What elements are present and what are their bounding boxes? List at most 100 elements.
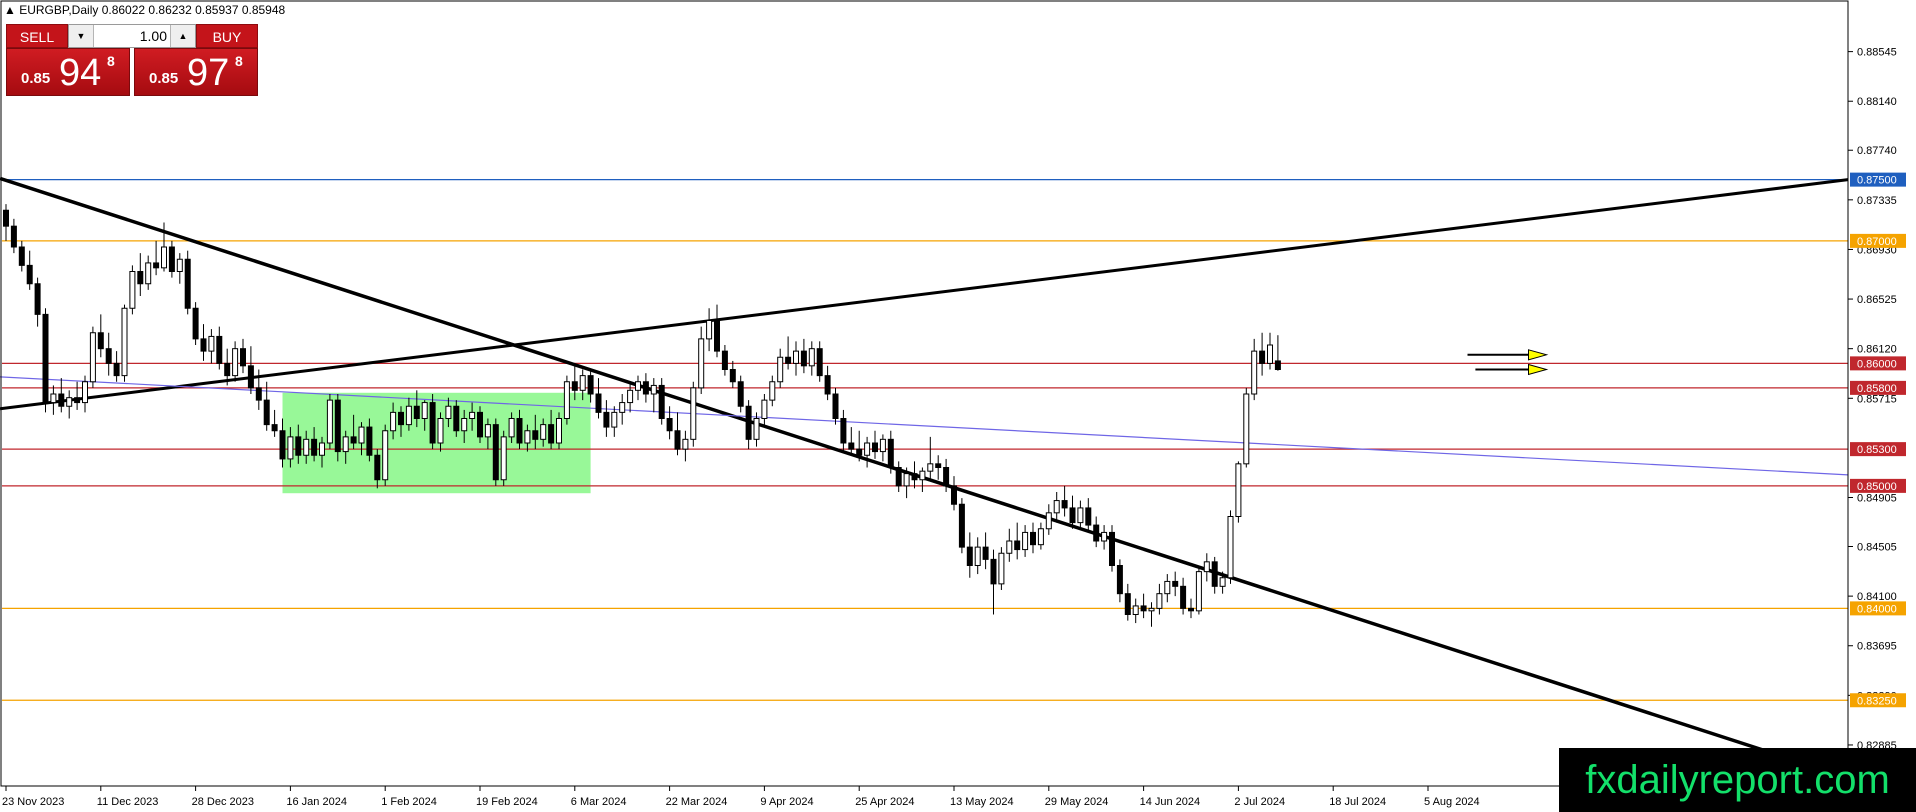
level-price-tag-label: 0.86000 [1857,358,1897,370]
y-axis-tick-label: 0.87335 [1857,195,1897,207]
candle-body [658,384,665,419]
candle-body [1164,580,1171,595]
candle-body [105,348,112,364]
candle-body [1140,605,1147,612]
candle-body [42,313,49,404]
x-axis-tick-label: 29 May 2024 [1045,796,1109,808]
watermark-logo: fxdailyreport.com [1559,748,1916,812]
candle-body [808,348,815,367]
candle-body [635,381,641,391]
candle-body [1148,607,1155,612]
candle-body [1077,507,1084,524]
x-axis-tick-label: 16 Jan 2024 [286,796,347,808]
candle-body [777,356,784,383]
candle-body [761,399,768,419]
candle-body [832,393,839,419]
candle-body [611,411,618,428]
y-axis-tick-label: 0.84905 [1857,493,1897,505]
x-axis-tick-label: 9 Apr 2024 [760,796,813,808]
candle-body [1274,360,1281,370]
candle-body [903,473,910,487]
x-axis-tick-label: 13 May 2024 [950,796,1014,808]
candle-body [966,546,973,566]
candle-body [911,473,918,481]
candle-body [311,438,318,456]
candle-body [619,402,626,413]
y-axis-tick-label: 0.85715 [1857,393,1897,405]
candle-body [587,375,594,395]
level-price-tag-label: 0.85000 [1857,481,1897,493]
x-axis-tick-label: 2 Jul 2024 [1234,796,1285,808]
buy-price-button[interactable]: 0.85 97 8 [134,48,258,96]
candle-body [461,418,468,432]
candle-body [453,405,460,432]
buy-price-fraction: 8 [235,53,243,69]
lot-decrease-icon[interactable]: ▼ [69,25,94,47]
candle-body [919,470,926,481]
candle-body [192,307,199,340]
x-axis-tick-label: 1 Feb 2024 [381,796,437,808]
candle-body [271,424,278,432]
x-axis-tick-label: 11 Dec 2023 [97,796,159,808]
y-axis-tick-label: 0.88140 [1857,96,1897,108]
sell-price-pips: 94 [59,52,102,94]
candle-body [800,350,807,367]
candle-body [508,418,515,438]
candle-body [951,485,957,505]
candle-body [563,381,570,419]
candle-body [216,335,223,364]
lot-size-stepper[interactable]: ▼ 1.00 ▲ [68,24,196,48]
candle-body [524,430,531,444]
lot-size-input[interactable]: 1.00 [95,25,167,47]
buy-button[interactable]: BUY [196,24,258,48]
candle-body [1172,580,1179,587]
candle-body [1037,528,1044,546]
candle-body [785,356,792,364]
candle-body [484,424,491,438]
level-price-tag-label: 0.87000 [1857,236,1897,248]
candle-body [516,418,523,444]
candle-body [176,258,183,272]
candle-body [532,430,539,440]
candle-body [263,399,270,426]
candle-body [579,375,586,391]
trendline [0,178,1849,411]
candle-body [34,283,41,315]
x-axis-tick-label: 28 Dec 2023 [192,796,254,808]
candle-body [429,402,436,444]
x-axis-tick-label: 14 Jun 2024 [1140,796,1201,808]
candle-body [161,246,167,269]
symbol-triangle-icon: ▲ [4,3,20,17]
candle-body [840,418,847,444]
x-axis-tick-label: 19 Feb 2024 [476,796,538,808]
candle-body [129,271,136,309]
candle-body [1109,531,1115,566]
price-chart: 0.885450.881400.877400.873350.869300.865… [0,0,1916,812]
y-axis-tick-label: 0.86120 [1857,344,1897,356]
candle-body [287,436,294,460]
candle-body [113,362,120,377]
candle-body [184,258,191,309]
x-axis-tick-label: 25 Apr 2024 [855,796,914,808]
candle-body [3,209,9,227]
candle-body [74,397,81,404]
lot-increase-icon[interactable]: ▲ [170,25,195,47]
candle-body [1180,585,1187,609]
candle-body [1243,393,1250,465]
candle-body [469,411,476,419]
candle-body [50,393,57,404]
sell-button[interactable]: SELL [6,24,68,48]
candle-body [1061,500,1068,509]
candle-body [714,320,720,352]
candle-body [690,387,697,440]
sell-price-button[interactable]: 0.85 94 8 [6,48,130,96]
candle-body [374,454,381,481]
candle-body [334,399,341,453]
arrow-head-icon [1528,349,1549,361]
candle-body [990,558,997,585]
sell-price-fraction: 8 [107,53,115,69]
candle-body [603,411,610,428]
candle-body [279,430,286,460]
candle-body [358,426,365,444]
candle-body [682,438,689,450]
